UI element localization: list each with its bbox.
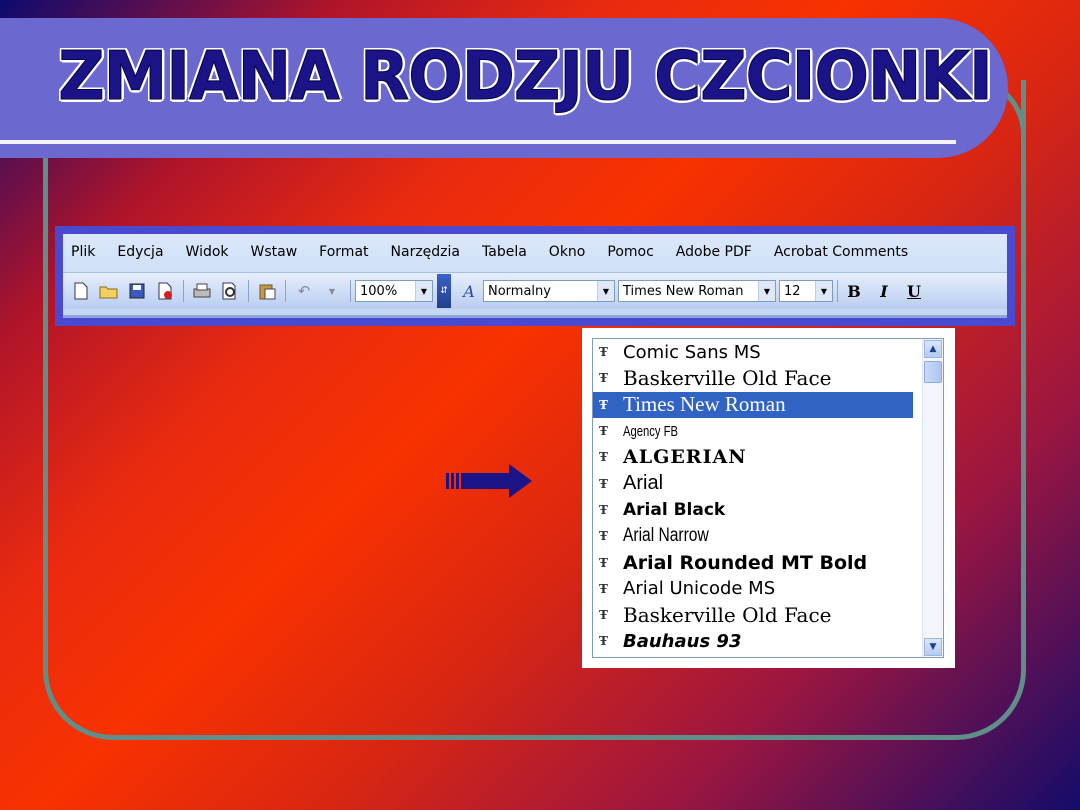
chevron-down-icon[interactable]: ▼ [924, 638, 942, 656]
print-preview-icon[interactable] [219, 280, 241, 302]
font-list-item[interactable]: Ŧ Comic Sans MS [593, 339, 943, 365]
font-list-item[interactable]: Ŧ Arial [593, 470, 943, 496]
undo-dropdown-icon[interactable]: ▼ [321, 280, 343, 302]
truetype-icon: Ŧ [599, 529, 608, 544]
chevron-down-icon[interactable]: ▼ [415, 281, 432, 301]
truetype-icon: Ŧ [599, 502, 608, 517]
truetype-icon: Ŧ [599, 476, 608, 491]
menu-adobe-pdf[interactable]: Adobe PDF [676, 244, 752, 260]
truetype-icon: Ŧ [599, 555, 608, 570]
standard-toolbar: ↶ ▼ 100% ▼ ⇵ A Normalny ▼ Times New Roma… [63, 272, 1007, 309]
font-list-item[interactable]: Ŧ ALGERIAN [593, 444, 943, 470]
menu-plik[interactable]: Plik [71, 244, 95, 260]
zoom-value: 100% [360, 283, 398, 299]
toolbar-divider [63, 315, 1007, 318]
bold-button[interactable]: B [842, 282, 866, 301]
paste-icon[interactable] [256, 280, 278, 302]
font-list-item[interactable]: Ŧ Arial Black [593, 497, 943, 523]
font-list-item[interactable]: Ŧ Arial Narrow [593, 523, 943, 549]
style-value: Normalny [488, 283, 551, 299]
permission-icon[interactable] [154, 280, 176, 302]
truetype-icon: Ŧ [599, 608, 608, 623]
font-list-item[interactable]: Ŧ Agency FB [593, 418, 943, 444]
menu-bar: Plik Edycja Widok Wstaw Format Narzędzia… [63, 234, 1007, 270]
arrow-right-icon [446, 464, 532, 498]
toolbar-separator [248, 280, 249, 302]
font-list-item[interactable]: Ŧ Baskerville Old Face [593, 602, 943, 628]
font-size-combo[interactable]: 12 ▼ [779, 280, 833, 302]
font-list: Ŧ Comic Sans MS Ŧ Baskerville Old Face Ŧ… [592, 338, 944, 658]
menu-wstaw[interactable]: Wstaw [251, 244, 298, 260]
font-combo[interactable]: Times New Roman ▼ [618, 280, 776, 302]
font-list-item[interactable]: Ŧ Bauhaus 93 [593, 628, 943, 654]
toolbar-overflow-handle[interactable]: ⇵ [437, 274, 451, 308]
menu-okno[interactable]: Okno [549, 244, 586, 260]
toolbar-separator [837, 280, 838, 302]
font-list-item[interactable]: Ŧ Arial Rounded MT Bold [593, 549, 943, 575]
font-list-item[interactable]: Ŧ Arial Unicode MS [593, 576, 943, 602]
menu-tabela[interactable]: Tabela [482, 244, 527, 260]
truetype-icon: Ŧ [599, 424, 608, 439]
zoom-combo[interactable]: 100% ▼ [355, 280, 433, 302]
font-size-value: 12 [784, 283, 801, 299]
font-dropdown-panel: Ŧ Comic Sans MS Ŧ Baskerville Old Face Ŧ… [582, 328, 955, 668]
scrollbar-thumb[interactable] [924, 361, 942, 383]
truetype-icon: Ŧ [599, 371, 608, 386]
styles-icon[interactable]: A [458, 280, 480, 302]
chevron-down-icon[interactable]: ▼ [815, 281, 832, 301]
italic-button[interactable]: I [872, 282, 896, 301]
menu-acrobat-comments[interactable]: Acrobat Comments [774, 244, 908, 260]
font-list-item-selected[interactable]: Ŧ Times New Roman [593, 391, 913, 418]
truetype-icon: Ŧ [599, 397, 608, 412]
truetype-icon: Ŧ [599, 634, 608, 649]
menu-widok[interactable]: Widok [186, 244, 229, 260]
underline-button[interactable]: U [902, 282, 926, 301]
truetype-icon: Ŧ [599, 450, 608, 465]
undo-icon[interactable]: ↶ [293, 280, 315, 302]
toolbar-separator [285, 280, 286, 302]
menu-narzedzia[interactable]: Narzędzia [391, 244, 460, 260]
font-list-scrollbar[interactable]: ▲ ▼ [922, 339, 943, 657]
menu-format[interactable]: Format [319, 244, 368, 260]
chevron-up-icon[interactable]: ▲ [924, 340, 942, 358]
chevron-down-icon[interactable]: ▼ [597, 281, 614, 301]
slide-title: ZMIANA RODZJU CZCIONKI [58, 38, 994, 117]
save-icon[interactable] [126, 280, 148, 302]
truetype-icon: Ŧ [599, 581, 608, 596]
chevron-down-icon[interactable]: ▼ [758, 281, 775, 301]
open-folder-icon[interactable] [98, 280, 120, 302]
word-toolbar-screenshot: Plik Edycja Widok Wstaw Format Narzędzia… [55, 226, 1015, 326]
title-underline [0, 140, 956, 144]
menu-pomoc[interactable]: Pomoc [607, 244, 653, 260]
menu-edycja[interactable]: Edycja [117, 244, 163, 260]
font-list-item[interactable]: Ŧ Baskerville Old Face [593, 365, 943, 391]
font-value: Times New Roman [623, 283, 744, 299]
toolbar-separator [350, 280, 351, 302]
toolbar-separator [183, 280, 184, 302]
new-document-icon[interactable] [70, 280, 92, 302]
truetype-icon: Ŧ [599, 345, 608, 360]
print-icon[interactable] [191, 280, 213, 302]
style-combo[interactable]: Normalny ▼ [483, 280, 615, 302]
